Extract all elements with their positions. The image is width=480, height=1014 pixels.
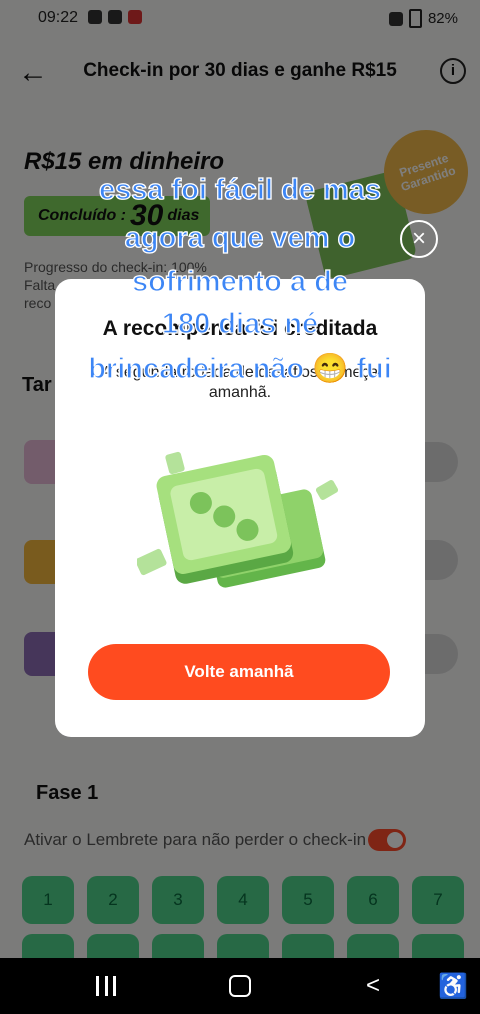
accessibility-icon[interactable]: ♿ bbox=[438, 972, 468, 1001]
home-icon[interactable] bbox=[229, 975, 251, 997]
caption-line-1: essa foi fácil de mas bbox=[98, 173, 382, 206]
caption-line-3: sofrimento a de bbox=[131, 265, 348, 298]
money-stack-icon bbox=[137, 451, 339, 588]
caption-line-5: brincadeira não 😁 fui bbox=[88, 352, 393, 385]
back-icon[interactable]: < bbox=[366, 972, 380, 1000]
recent-apps-icon[interactable] bbox=[96, 976, 116, 996]
system-nav-bar: < ♿ bbox=[0, 958, 480, 1014]
caption-line-4: 180 dias né bbox=[161, 307, 319, 340]
reward-modal: A recompensa foi creditada A segunda rod… bbox=[55, 279, 425, 737]
come-back-tomorrow-button[interactable]: Volte amanhã bbox=[88, 644, 390, 700]
caption-line-2: agora que vem o bbox=[124, 221, 356, 254]
